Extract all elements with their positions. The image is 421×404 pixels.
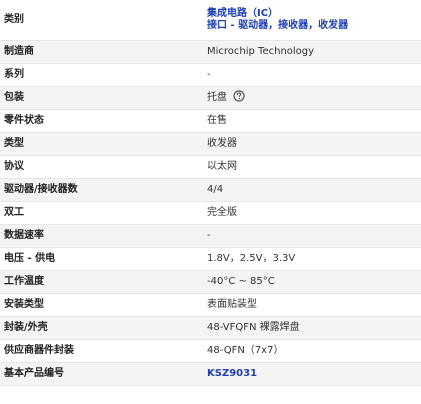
question-circle-icon[interactable] (233, 90, 245, 102)
table-row-voltage-supply: 电压 - 供电 1.8V，2.5V，3.3V (0, 247, 421, 271)
attribute-label: 工作温度 (0, 270, 196, 294)
attribute-value: 1.8V，2.5V，3.3V (196, 247, 421, 271)
attribute-label: 系列 (0, 63, 196, 87)
table-row-duplex: 双工 完全版 (0, 201, 421, 225)
table-row-protocol: 协议 以太网 (0, 155, 421, 179)
category-link-interface[interactable]: 接口 - 驱动器，接收器，收发器 (207, 20, 417, 32)
table-row-mounting-type: 安装类型 表面贴装型 (0, 293, 421, 317)
attribute-value: - (196, 224, 421, 248)
table-row-manufacturer: 制造商 Microchip Technology (0, 40, 421, 64)
table-row-base-part-number: 基本产品编号 KSZ9031 (0, 362, 421, 386)
category-link-ic[interactable]: 集成电路（IC） (207, 8, 417, 20)
table-row-operating-temp: 工作温度 -40°C ~ 85°C (0, 270, 421, 294)
attribute-label: 零件状态 (0, 109, 196, 133)
attribute-label: 类别 (0, 0, 196, 41)
attribute-value: 48-VFQFN 裸露焊盘 (196, 316, 421, 340)
table-row-supplier-package: 供应商器件封装 48-QFN（7x7） (0, 339, 421, 363)
attribute-value: 表面贴装型 (196, 293, 421, 317)
table-row-package-case: 封装/外壳 48-VFQFN 裸露焊盘 (0, 316, 421, 340)
product-attributes-table: 类别 集成电路（IC） 接口 - 驱动器，接收器，收发器 制造商 Microch… (0, 0, 421, 386)
base-part-number-link[interactable]: KSZ9031 (207, 368, 257, 379)
attribute-label: 基本产品编号 (0, 362, 196, 386)
attribute-label: 安装类型 (0, 293, 196, 317)
table-row-series: 系列 - (0, 63, 421, 87)
table-row-packaging: 包装 托盘 (0, 86, 421, 110)
attribute-label: 制造商 (0, 40, 196, 64)
packaging-value: 托盘 (207, 92, 227, 103)
attribute-value: KSZ9031 (196, 362, 421, 386)
table-row-data-rate: 数据速率 - (0, 224, 421, 248)
attribute-label: 包装 (0, 86, 196, 110)
attribute-value: 以太网 (196, 155, 421, 179)
attribute-value: 收发器 (196, 132, 421, 156)
attribute-label: 类型 (0, 132, 196, 156)
table-row-part-status: 零件状态 在售 (0, 109, 421, 133)
attribute-label: 电压 - 供电 (0, 247, 196, 271)
attribute-value: Microchip Technology (196, 40, 421, 64)
attribute-value: 完全版 (196, 201, 421, 225)
attribute-value: 集成电路（IC） 接口 - 驱动器，接收器，收发器 (196, 0, 421, 41)
table-row-drivers-receivers: 驱动器/接收器数 4/4 (0, 178, 421, 202)
attribute-value: -40°C ~ 85°C (196, 270, 421, 294)
attribute-label: 双工 (0, 201, 196, 225)
table-row-type: 类型 收发器 (0, 132, 421, 156)
attribute-label: 供应商器件封装 (0, 339, 196, 363)
attribute-value: - (196, 63, 421, 87)
attribute-value: 在售 (196, 109, 421, 133)
attribute-value: 48-QFN（7x7） (196, 339, 421, 363)
table-row-category: 类别 集成电路（IC） 接口 - 驱动器，接收器，收发器 (0, 0, 421, 41)
attribute-label: 协议 (0, 155, 196, 179)
attribute-label: 数据速率 (0, 224, 196, 248)
attribute-value: 托盘 (196, 86, 421, 110)
attribute-label: 驱动器/接收器数 (0, 178, 196, 202)
attribute-label: 封装/外壳 (0, 316, 196, 340)
attribute-value: 4/4 (196, 178, 421, 202)
